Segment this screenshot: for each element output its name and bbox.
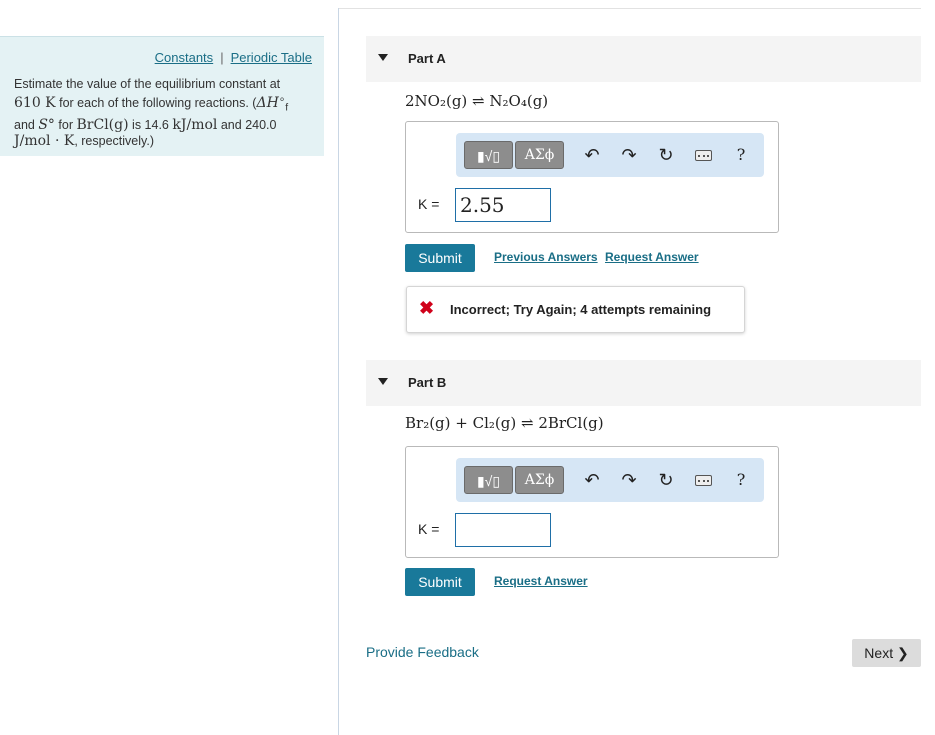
submit-button[interactable]: Submit	[405, 244, 475, 272]
collapse-triangle-icon[interactable]	[378, 54, 388, 61]
keyboard-icon[interactable]	[692, 469, 714, 491]
feedback-box: ✖ Incorrect; Try Again; 4 attempts remai…	[406, 286, 745, 333]
part-a-equation: 2NO₂(g) ⇌ N₂O₄(g)	[405, 92, 549, 110]
collapse-triangle-icon[interactable]	[378, 378, 388, 385]
provide-feedback-link[interactable]: Provide Feedback	[366, 644, 479, 660]
greek-symbols-button[interactable]: ΑΣϕ	[515, 141, 564, 169]
reset-icon[interactable]: ↻	[655, 469, 677, 491]
prompt-line-2: for each of the following reactions. (	[59, 96, 257, 111]
part-b-header[interactable]: Part B	[366, 360, 921, 406]
prompt-entropy: S°	[38, 116, 55, 133]
part-a-title: Part A	[408, 51, 446, 66]
prompt-dhf: ΔH	[256, 95, 279, 112]
prompt-dhf-sub: f	[285, 102, 289, 114]
prompt-s-value: and 240.0	[220, 117, 277, 132]
prompt-species: BrCl(g)	[76, 116, 129, 133]
previous-answers-link[interactable]: Previous Answers	[494, 250, 598, 264]
column-divider	[338, 8, 339, 735]
prompt-for: for	[58, 117, 74, 132]
problem-prompt: Estimate the value of the equilibrium co…	[14, 76, 314, 149]
help-icon[interactable]: ?	[730, 469, 752, 491]
request-answer-link[interactable]: Request Answer	[605, 250, 699, 264]
part-b-answer-panel: ▮√▯ ΑΣϕ ↶ ↷ ↻ ? K =	[405, 446, 779, 558]
part-a-header[interactable]: Part A	[366, 36, 921, 82]
prompt-dh-value: is 14.6	[132, 117, 169, 132]
undo-icon[interactable]: ↶	[581, 144, 603, 166]
math-toolbar: ▮√▯ ΑΣϕ ↶ ↷ ↻ ?	[456, 458, 764, 502]
periodic-table-link[interactable]: Periodic Table	[231, 50, 312, 65]
k-answer-input[interactable]	[455, 513, 551, 547]
templates-button[interactable]: ▮√▯	[464, 466, 513, 494]
top-divider	[339, 8, 921, 9]
redo-icon[interactable]: ↷	[618, 469, 640, 491]
prompt-end: , respectively.)	[74, 133, 154, 148]
math-toolbar: ▮√▯ ΑΣϕ ↶ ↷ ↻ ?	[456, 133, 764, 177]
link-separator: |	[220, 50, 224, 65]
redo-icon[interactable]: ↷	[618, 144, 640, 166]
part-a-answer-panel: ▮√▯ ΑΣϕ ↶ ↷ ↻ ? K = 2.55	[405, 121, 779, 233]
greek-symbols-button[interactable]: ΑΣϕ	[515, 466, 564, 494]
help-icon[interactable]: ?	[730, 144, 752, 166]
k-label: K =	[418, 196, 440, 212]
k-answer-input[interactable]: 2.55	[455, 188, 551, 222]
templates-button[interactable]: ▮√▯	[464, 141, 513, 169]
incorrect-x-icon: ✖	[419, 298, 435, 318]
part-b-equation: Br₂(g) + Cl₂(g) ⇌ 2BrCl(g)	[405, 414, 604, 432]
part-b-title: Part B	[408, 375, 447, 390]
k-label: K =	[418, 521, 440, 537]
prompt-and: and	[14, 117, 35, 132]
prompt-unit-j: J/mol · K	[14, 132, 75, 149]
prompt-unit-kj: kJ/mol	[172, 116, 218, 133]
constants-link[interactable]: Constants	[155, 50, 214, 65]
undo-icon[interactable]: ↶	[581, 469, 603, 491]
reset-icon[interactable]: ↻	[655, 144, 677, 166]
problem-panel: Constants | Periodic Table Estimate the va…	[0, 36, 324, 156]
prompt-line-1: Estimate the value of the equilibrium co…	[14, 77, 281, 91]
submit-button[interactable]: Submit	[405, 568, 475, 596]
resource-links: Constants | Periodic Table	[155, 50, 312, 65]
next-button[interactable]: Next ❯	[852, 639, 921, 667]
feedback-message: Incorrect; Try Again; 4 attempts remaini…	[450, 302, 712, 317]
prompt-temp: 610 K	[14, 95, 56, 112]
request-answer-link[interactable]: Request Answer	[494, 574, 588, 588]
keyboard-icon[interactable]	[692, 144, 714, 166]
